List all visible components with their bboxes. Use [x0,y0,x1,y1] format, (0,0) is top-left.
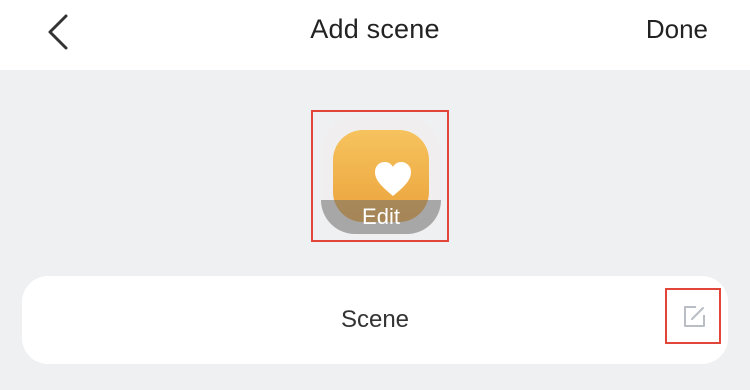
scene-icon-tile: Edit [321,118,441,234]
page-title: Add scene [310,14,440,44]
scene-icon-picker[interactable]: Edit [311,110,449,242]
scene-name-value: Scene [340,306,410,333]
heart-icon [375,162,411,196]
scene-name-row[interactable]: Scene [22,276,728,364]
edit-icon-label: Edit [321,200,441,234]
done-button[interactable]: Done [646,14,708,45]
top-bar: Add scene Done [0,0,750,70]
edit-icon [684,306,705,327]
edit-name-button[interactable] [665,288,721,344]
